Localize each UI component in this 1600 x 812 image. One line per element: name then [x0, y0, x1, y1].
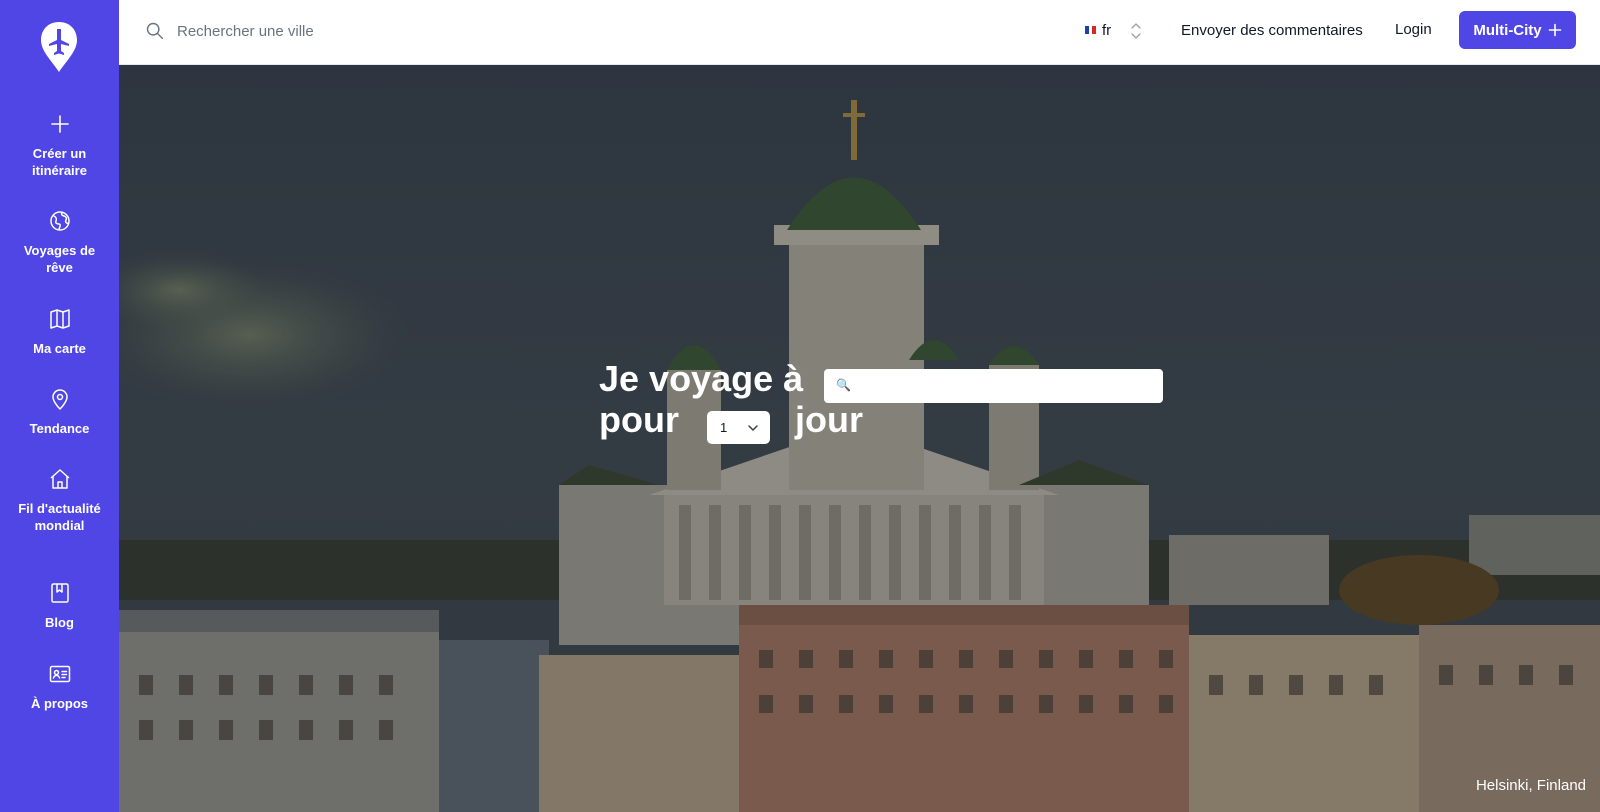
top-bar: fr Envoyer des commentaires Login Multi-…: [119, 0, 1600, 65]
sidebar-item-create-itinerary[interactable]: Créer un itinéraire: [0, 112, 119, 179]
multi-city-button[interactable]: Multi-City: [1459, 11, 1576, 49]
chevron-down-icon: [748, 425, 758, 431]
sidebar: Créer un itinéraire Voyages de rêve Ma c…: [0, 0, 119, 812]
city-search-input[interactable]: [177, 16, 597, 46]
france-flag-icon: [1085, 26, 1097, 34]
book-icon: [50, 583, 69, 603]
hero-line-2-prefix: pour: [599, 399, 679, 440]
sidebar-item-dream-trips[interactable]: Voyages de rêve: [0, 209, 119, 276]
plus-icon: [1548, 23, 1561, 37]
sidebar-item-label: Voyages de rêve: [23, 243, 96, 275]
sidebar-item-label: Fil d'actualité mondial: [18, 501, 101, 533]
sidebar-item-blog[interactable]: Blog: [0, 581, 119, 631]
sidebar-item-label: Créer un itinéraire: [32, 146, 87, 178]
map-icon: [49, 309, 70, 329]
sidebar-item-my-map[interactable]: Ma carte: [0, 307, 119, 357]
language-code: fr: [1102, 22, 1112, 39]
hero-line-2-suffix: jour: [795, 399, 863, 440]
multi-city-label: Multi-City: [1473, 21, 1542, 39]
hero-section: Je voyage à pour 🔍 1 jour Helsinki, Finl…: [119, 65, 1600, 812]
home-icon: [50, 469, 69, 489]
plane-pin-icon[interactable]: [38, 20, 80, 74]
search-icon: 🔍: [836, 378, 851, 392]
destination-input[interactable]: [856, 373, 1152, 399]
sidebar-item-trending[interactable]: Tendance: [0, 387, 119, 437]
language-selector[interactable]: fr: [1085, 18, 1155, 44]
days-value: 1: [720, 420, 728, 435]
login-link[interactable]: Login: [1395, 21, 1432, 38]
send-feedback-link[interactable]: Envoyer des commentaires: [1181, 22, 1363, 39]
days-select[interactable]: 1: [707, 411, 770, 444]
search-icon: [146, 22, 164, 40]
sidebar-item-label: À propos: [30, 696, 89, 711]
hero-line-1: Je voyage à: [599, 358, 804, 399]
photo-caption: Helsinki, Finland: [1475, 777, 1586, 794]
sidebar-item-about[interactable]: À propos: [0, 662, 119, 712]
map-pin-icon: [51, 389, 68, 410]
sidebar-item-world-feed[interactable]: Fil d'actualité mondial: [0, 467, 119, 534]
sidebar-item-label: Tendance: [29, 421, 90, 436]
plus-icon: [50, 115, 69, 133]
id-card-icon: [49, 665, 70, 683]
globe-icon: [49, 211, 70, 231]
sidebar-item-label: Ma carte: [33, 341, 86, 356]
sidebar-item-label: Blog: [45, 615, 74, 630]
chevron-up-down-icon: [1131, 23, 1141, 39]
destination-field[interactable]: 🔍: [824, 369, 1163, 403]
